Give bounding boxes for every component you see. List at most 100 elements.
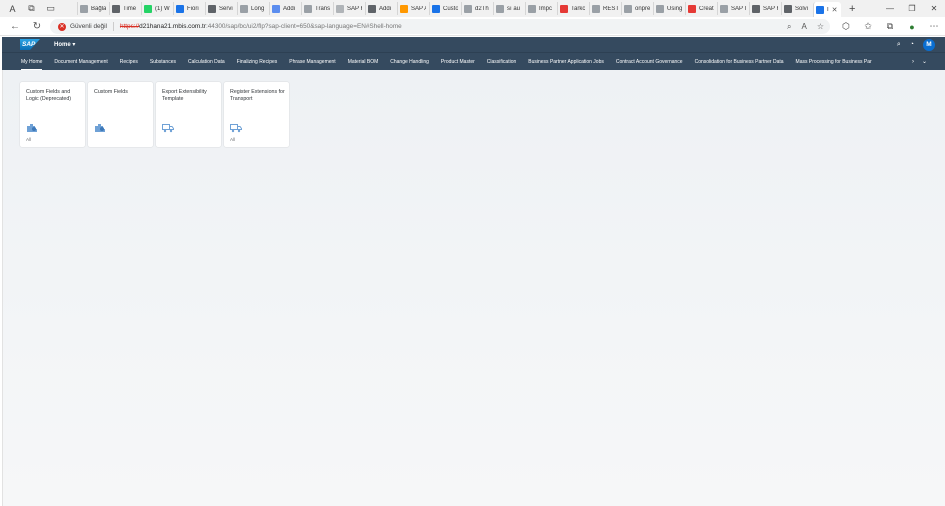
space-tab[interactable]: Phrase Management [289,53,335,71]
favorite-star-icon[interactable]: ☆ [817,22,824,31]
space-tab[interactable]: Recipes [120,53,138,71]
space-tab[interactable]: Consolidation for Business Partner Data [695,53,784,71]
space-tab[interactable]: Document Management [54,53,107,71]
tab-label: SAP F [347,5,362,12]
tab-actions-icon[interactable]: ▭ [44,2,57,15]
space-tab[interactable]: Mass Processing for Business Par [796,53,872,71]
browser-tab[interactable]: SAP I [717,2,749,15]
restore-button[interactable]: ❐ [901,4,923,13]
workspaces-icon[interactable]: ⧉ [25,2,38,15]
browser-tab[interactable]: Using [653,2,685,15]
tab-favicon-icon [80,4,88,13]
address-bar[interactable]: ✕ Güvenli değil https:// d21hana21.mbis.… [50,19,830,34]
extension-green-icon[interactable]: ● [901,22,923,32]
spaces-overflow: › ⌄ [912,53,927,71]
tab-label: Addi [379,5,392,12]
close-window-button[interactable]: ✕ [923,4,945,13]
read-aloud-icon[interactable]: A [801,22,806,31]
search-icon[interactable]: ⌕ [897,41,901,49]
tab-label: d2Th [475,5,489,12]
space-tab[interactable]: Classification [487,53,516,71]
browser-tab[interactable]: Custo [429,2,461,15]
tab-favicon-icon [176,4,184,13]
space-tab[interactable]: Substances [150,53,176,71]
tile-footer: All [26,137,32,142]
collections-icon[interactable]: ⧉ [879,21,901,32]
sap-logo[interactable]: SAP [20,39,40,50]
page-content: Custom Fields and Logic (Deprecated) All C… [2,70,945,506]
space-tab[interactable]: Contract Account Governance [616,53,683,71]
browser-tab[interactable]: onpre [621,2,653,15]
tab-label: Bağla [91,5,106,12]
browser-tab[interactable]: Servi [205,2,237,15]
window-controls: — ❐ ✕ [879,0,945,17]
home-menu-button[interactable]: Home ▾ [54,41,75,48]
space-tab[interactable]: Business Partner Application Jobs [528,53,604,71]
browser-tab[interactable]: SAP F [749,2,781,15]
reload-button[interactable]: ↻ [30,21,44,32]
browser-tab[interactable]: Addi [365,2,397,15]
browser-tab[interactable]: (1) W [141,2,173,15]
tab-favicon-icon [784,4,792,13]
browser-tab[interactable]: Addi [269,2,301,15]
tab-label: Trans [315,5,330,12]
minimize-button[interactable]: — [879,4,901,13]
tab-favicon-icon [752,4,760,13]
tab-label: Solvi [795,5,809,12]
browser-tab[interactable]: I ✕ [813,2,841,17]
browser-tab[interactable]: Bağla [77,2,109,15]
browser-tab[interactable]: Impc [525,2,557,15]
favorites-icon[interactable]: ✩ [857,21,879,32]
extension-icon [94,120,106,132]
browser-tab[interactable]: Creat [685,2,717,15]
tab-label: SAP I [731,5,746,12]
transport-icon [230,120,242,133]
space-tab[interactable]: Calculation Data [188,53,225,71]
tab-label: Time [123,5,137,12]
back-button[interactable]: ← [8,21,22,32]
browser-tab[interactable]: sı au [493,2,525,15]
security-label[interactable]: Güvenli değil [70,23,107,30]
app-tile[interactable]: Custom Fields [88,82,153,147]
app-tile[interactable]: Custom Fields and Logic (Deprecated) All [20,82,85,147]
tab-label: Creat [699,5,714,12]
extensions-icon[interactable]: ⬡ [835,21,857,32]
browser-tab[interactable]: d2Th [461,2,493,15]
profile-icon[interactable]: A [6,2,19,15]
tab-label: Servi [219,5,233,12]
menu-icon[interactable]: ⋯ [923,21,945,32]
space-tab[interactable]: My Home [21,53,43,71]
tab-favicon-icon [432,4,440,13]
url-scheme: https:// [119,23,140,30]
browser-tab[interactable]: Solvi [781,2,813,15]
scroll-right-icon[interactable]: › [912,53,914,71]
space-tab[interactable]: Material BOM [348,53,379,71]
space-tab[interactable]: Product Master [441,53,475,71]
tab-label: SAP A [411,5,426,12]
space-tab[interactable]: Finalizing Recipes [237,53,278,71]
browser-tab[interactable]: Long [237,2,269,15]
user-avatar[interactable]: M [923,38,935,51]
app-tile[interactable]: Register Extensions for Transport All [224,82,289,147]
browser-tab[interactable]: Trans [301,2,333,15]
browser-tab[interactable]: Tarkc [557,2,589,15]
browser-tab[interactable]: Time [109,2,141,15]
transport-icon [162,120,174,133]
tab-favicon-icon [240,4,248,13]
browser-tab[interactable]: Fiori [173,2,205,15]
browser-tab[interactable]: SAP F [333,2,365,15]
zoom-icon[interactable]: ⌕ [787,22,791,32]
app-tile[interactable]: Export Extensibility Template [156,82,221,147]
tile-footer: All [230,137,236,142]
tab-list: Bağla Time (1) W Fiori Servi Long Addi Trans SAP… [77,0,841,17]
space-tab[interactable]: Change Handling [390,53,429,71]
tab-favicon-icon [272,4,280,13]
browser-tab[interactable]: SAP A [397,2,429,15]
chevron-down-icon[interactable]: ⌄ [922,53,927,71]
not-secure-icon[interactable]: ✕ [58,22,66,31]
notifications-bell-icon[interactable]: ◔ [910,41,914,48]
tab-label: Addi [283,5,296,12]
new-tab-button[interactable]: + [849,3,855,15]
close-tab-icon[interactable]: ✕ [832,6,838,14]
browser-tab[interactable]: REST [589,2,621,15]
